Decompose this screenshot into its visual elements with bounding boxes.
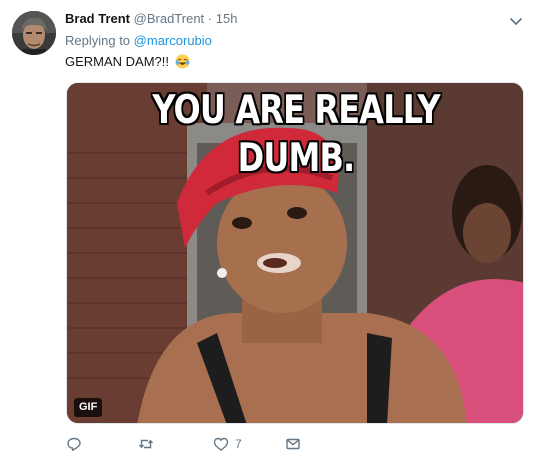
reply-button[interactable]	[66, 434, 82, 454]
gif-badge: GIF	[74, 398, 103, 417]
tweet-actions: 7	[66, 434, 526, 454]
direct-message-button[interactable]	[285, 434, 301, 454]
tweet-text-content: GERMAN DAM?!!	[65, 54, 170, 69]
replying-to: Replying to @marcorubio	[65, 32, 212, 50]
avatar[interactable]	[12, 11, 56, 55]
like-count: 7	[235, 437, 242, 451]
retweet-button[interactable]	[138, 434, 154, 454]
tweet[interactable]: Brad Trent @BradTrent · 15h Replying to …	[0, 0, 550, 457]
gif-caption: YOU ARE REALLY DUMB.	[152, 88, 440, 181]
replying-to-label: Replying to	[65, 33, 131, 48]
face-with-tears-of-joy-icon	[175, 54, 190, 69]
display-name[interactable]: Brad Trent	[65, 11, 130, 26]
separator-dot: ·	[207, 11, 213, 26]
tweet-timestamp[interactable]: 15h	[216, 11, 238, 26]
like-button[interactable]: 7	[213, 434, 242, 454]
chevron-down-icon[interactable]	[508, 13, 524, 29]
reply-handle-link[interactable]: @marcorubio	[134, 33, 212, 48]
heart-icon	[213, 437, 229, 451]
gif-media[interactable]: YOU ARE REALLY DUMB. GIF	[66, 82, 524, 424]
user-handle[interactable]: @BradTrent	[134, 11, 205, 26]
tweet-text: GERMAN DAM?!!	[65, 53, 190, 71]
reply-icon	[67, 437, 81, 451]
tweet-header: Brad Trent @BradTrent · 15h	[65, 10, 237, 28]
retweet-icon	[138, 439, 154, 449]
envelope-icon	[286, 438, 300, 450]
